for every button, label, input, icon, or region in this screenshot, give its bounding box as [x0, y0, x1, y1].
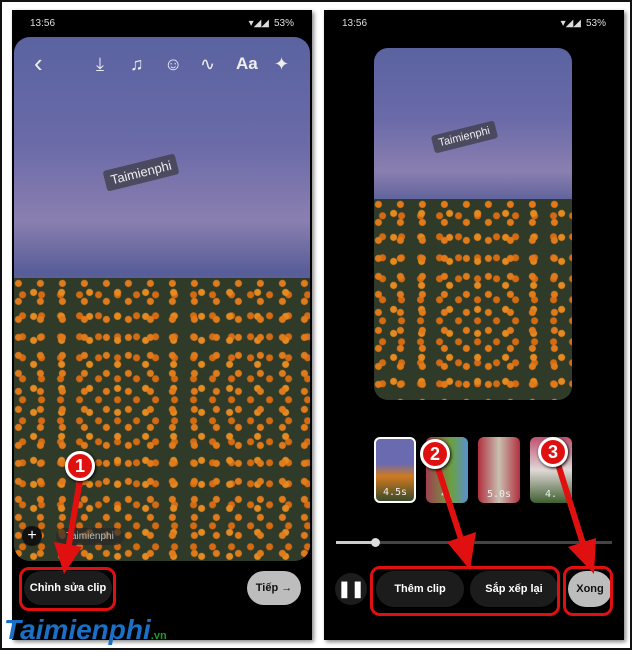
clip-preview	[374, 48, 572, 400]
phone-screen-right: 13:56 ▾◢◢ 53% Taimienphi 4.5s 4. 5.0s 4. …	[324, 10, 624, 640]
signal-icon: ▾◢◢	[560, 17, 581, 29]
draw-icon[interactable]: ∿	[200, 54, 215, 75]
taimienphi-logo: Taimienphi.vn	[4, 614, 167, 645]
highlight-box-3	[563, 566, 613, 616]
timeline-scrubber[interactable]	[336, 538, 612, 547]
next-label: Tiếp	[255, 582, 279, 594]
download-icon[interactable]: ⤓	[96, 54, 104, 75]
status-bar: 13:56 ▾◢◢ 53%	[324, 10, 624, 36]
status-time: 13:56	[30, 17, 56, 29]
step-badge-2: 2	[420, 439, 450, 469]
clip-thumbnail[interactable]: 5.0s	[478, 437, 520, 503]
music-icon[interactable]: ♫	[130, 54, 144, 75]
pause-button[interactable]: ❚❚	[335, 573, 367, 605]
battery-level: 53%	[585, 17, 606, 29]
mention-tag[interactable]: Taimienphi	[56, 528, 124, 545]
step-badge-1: 1	[65, 451, 95, 481]
signal-icon: ▾◢◢	[248, 17, 269, 29]
add-mention-icon[interactable]: +	[22, 526, 42, 546]
text-icon[interactable]: Aa	[236, 54, 258, 74]
sticker-icon[interactable]: ☺	[164, 54, 182, 75]
effects-icon[interactable]: ✦	[274, 54, 289, 75]
battery-level: 53%	[273, 17, 294, 29]
status-time: 13:56	[342, 17, 368, 29]
back-icon[interactable]: ‹	[34, 48, 43, 79]
step-badge-3: 3	[538, 437, 568, 467]
clip-thumbnail[interactable]: 4.5s	[374, 437, 416, 503]
story-media-preview	[14, 37, 310, 561]
phone-screen-left: 13:56 ▾◢◢ 53% ‹ ⤓ ♫ ☺ ∿ Aa ✦ Taimienphi +…	[12, 10, 312, 640]
status-bar: 13:56 ▾◢◢ 53%	[12, 10, 312, 36]
next-button[interactable]: Tiếp →	[247, 571, 301, 605]
highlight-box-1	[19, 567, 116, 611]
highlight-box-2	[370, 566, 560, 616]
